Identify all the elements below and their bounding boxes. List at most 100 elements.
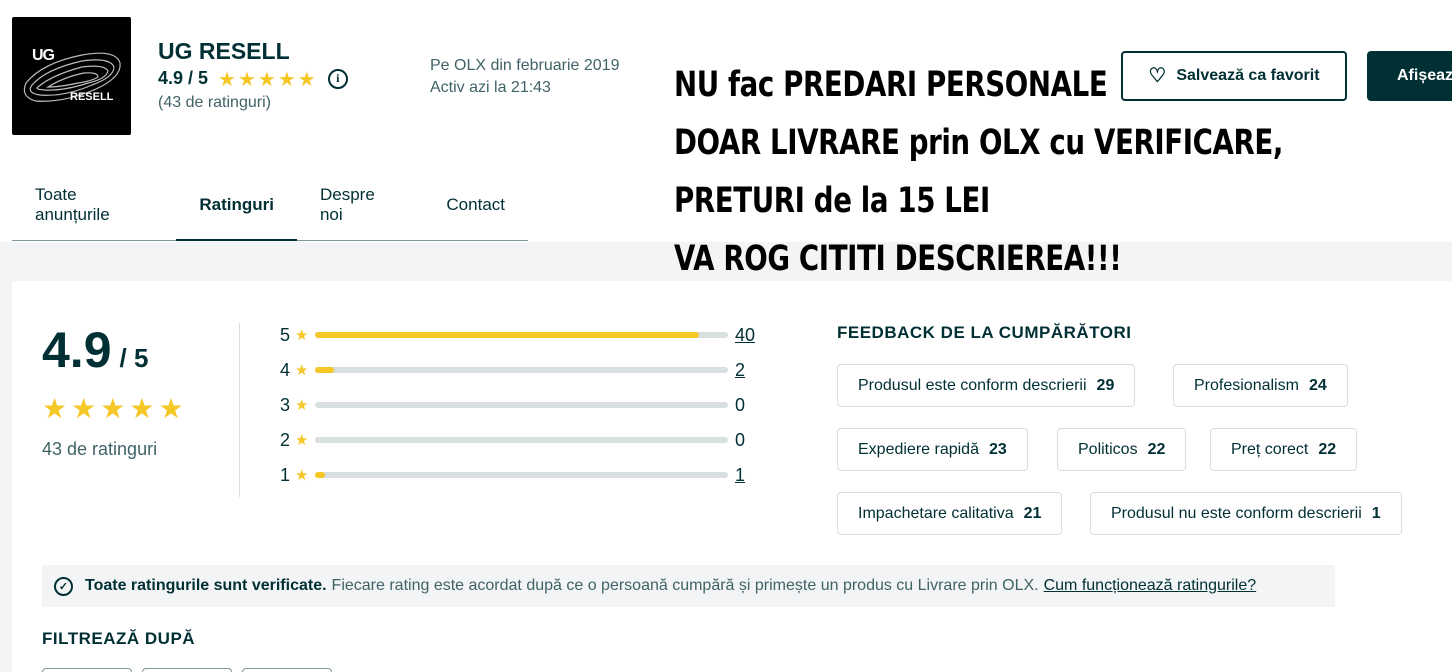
feedback-chip[interactable]: Impachetare calitativa 21 bbox=[837, 492, 1063, 535]
shop-logo[interactable]: UG RESELL bbox=[12, 17, 131, 135]
sneaker-sole-graphic bbox=[23, 52, 121, 102]
ratings-card: 4.9/ 5 ★ ★ ★ ★ ★ 43 de ratinguri 5 ★ 40 … bbox=[12, 281, 1452, 672]
rating-row-stars: 4 bbox=[280, 359, 291, 380]
star-icon: ★ bbox=[158, 392, 184, 425]
rating-bar-fill bbox=[315, 367, 334, 373]
feedback-chip-label: Produsul nu este conform descrierii bbox=[1111, 504, 1362, 522]
rating-bar-track bbox=[315, 437, 728, 443]
tab-ratings[interactable]: Ratinguri bbox=[176, 170, 297, 241]
feedback-chip-count: 22 bbox=[1318, 440, 1337, 458]
rating-bar-track bbox=[315, 332, 728, 338]
rating-row-3: 3 ★ 0 bbox=[280, 393, 770, 417]
overall-score: 4.9/ 5 bbox=[42, 321, 148, 379]
announcement-line: PRETURI de la 15 LEI bbox=[674, 181, 990, 221]
logo-text-resell: RESELL bbox=[70, 91, 114, 103]
feedback-chip-label: Politicos bbox=[1078, 440, 1138, 458]
rating-bar-track bbox=[315, 472, 728, 478]
member-since: Pe OLX din februarie 2019 bbox=[430, 57, 620, 74]
rating-bar-fill bbox=[315, 332, 699, 338]
star-icon: ★ bbox=[277, 66, 296, 91]
feedback-chip-count: 29 bbox=[1096, 376, 1115, 394]
feedback-chip[interactable]: Produsul nu este conform descrierii 1 bbox=[1090, 492, 1402, 535]
verified-notice-bold: Toate ratingurile sunt verificate. bbox=[85, 577, 327, 594]
rating-row-count[interactable]: 1 bbox=[735, 465, 745, 486]
shop-rating-summary: 4.9 / 5 ★ ★ ★ ★ ★ i bbox=[158, 68, 348, 89]
feedback-chip-label: Profesionalism bbox=[1194, 376, 1299, 394]
feedback-chip-count: 23 bbox=[988, 440, 1007, 458]
feedback-chip[interactable]: Politicos 22 bbox=[1057, 428, 1187, 471]
feedback-chip-count: 24 bbox=[1308, 376, 1327, 394]
shop-rating-stars: ★ ★ ★ ★ ★ bbox=[218, 69, 316, 89]
tab-about[interactable]: Despre noi bbox=[297, 170, 423, 240]
overall-score-value: 4.9 bbox=[42, 322, 112, 378]
star-icon: ★ bbox=[297, 66, 316, 91]
heart-icon: ♡ bbox=[1148, 65, 1167, 87]
tab-contact[interactable]: Contact bbox=[423, 170, 528, 240]
rating-row-stars: 2 bbox=[280, 429, 291, 450]
info-icon[interactable]: i bbox=[327, 68, 348, 89]
show-button-label: Afișează bbox=[1397, 67, 1452, 84]
rating-row-stars: 3 bbox=[280, 394, 291, 415]
rating-row-stars: 5 bbox=[280, 324, 291, 345]
announcement-line: DOAR LIVRARE prin OLX cu VERIFICARE, bbox=[674, 123, 1284, 163]
announcement-line: VA ROG CITITI DESCRIEREA!!! bbox=[674, 239, 1122, 279]
how-ratings-work-link[interactable]: Cum funcționează ratingurile? bbox=[1044, 577, 1257, 595]
star-icon: ★ bbox=[218, 66, 236, 91]
star-icon: ★ bbox=[100, 392, 126, 425]
rating-row-1: 1 ★ 1 bbox=[280, 463, 770, 487]
verified-ratings-notice: ✓ Toate ratingurile sunt verificate. Fie… bbox=[42, 565, 1335, 607]
star-icon: ★ bbox=[295, 466, 309, 484]
rating-row-4: 4 ★ 2 bbox=[280, 358, 770, 382]
star-icon: ★ bbox=[42, 392, 68, 425]
star-icon: ★ bbox=[295, 361, 309, 379]
feedback-chip[interactable]: Preț corect 22 bbox=[1210, 428, 1358, 471]
feedback-chip-label: Expediere rapidă bbox=[858, 440, 979, 458]
shop-rating-count: (43 de ratinguri) bbox=[158, 94, 271, 111]
star-icon: ★ bbox=[295, 326, 309, 344]
feedback-chip-count: 1 bbox=[1371, 504, 1381, 522]
filter-chip[interactable] bbox=[242, 668, 332, 672]
shop-rating-score: 4.9 / 5 bbox=[158, 68, 209, 88]
rating-bar-fill bbox=[315, 472, 325, 478]
shop-header: UG RESELL UG RESELL 4.9 / 5 ★ ★ ★ ★ ★ i … bbox=[0, 0, 1452, 279]
feedback-chip[interactable]: Profesionalism 24 bbox=[1173, 364, 1348, 407]
filter-title: FILTREAZĂ DUPĂ bbox=[42, 629, 196, 648]
show-button[interactable]: Afișează bbox=[1367, 51, 1452, 101]
divider bbox=[239, 323, 240, 497]
save-favorite-button[interactable]: ♡ Salvează ca favorit bbox=[1121, 51, 1347, 101]
shop-name: UG RESELL bbox=[158, 38, 290, 64]
feedback-title: FEEDBACK DE LA CUMPĂRĂTORI bbox=[837, 323, 1132, 342]
save-favorite-label: Salvează ca favorit bbox=[1176, 67, 1320, 84]
rating-row-count[interactable]: 40 bbox=[735, 325, 755, 346]
star-icon: ★ bbox=[295, 431, 309, 449]
rating-row-2: 2 ★ 0 bbox=[280, 428, 770, 452]
feedback-chip-label: Preț corect bbox=[1231, 440, 1309, 458]
star-icon: ★ bbox=[295, 396, 309, 414]
rating-row-5: 5 ★ 40 bbox=[280, 323, 770, 347]
feedback-chip-count: 21 bbox=[1023, 504, 1042, 522]
last-active: Activ azi la 21:43 bbox=[430, 79, 551, 96]
rating-bar-track bbox=[315, 367, 728, 373]
overall-stars: ★ ★ ★ ★ ★ bbox=[42, 395, 184, 423]
rating-row-count: 0 bbox=[735, 429, 746, 450]
feedback-chip-label: Impachetare calitativa bbox=[858, 504, 1014, 522]
shop-tabs: Toate anunțurile Ratinguri Despre noi Co… bbox=[12, 170, 528, 241]
rating-row-count: 0 bbox=[735, 394, 746, 415]
feedback-chip-label: Produsul este conform descrierii bbox=[858, 376, 1087, 394]
logo-text-ug: UG bbox=[32, 47, 55, 64]
feedback-chip-count: 22 bbox=[1147, 440, 1166, 458]
rating-row-stars: 1 bbox=[280, 464, 291, 485]
rating-row-count[interactable]: 2 bbox=[735, 360, 745, 381]
feedback-chip[interactable]: Produsul este conform descrierii 29 bbox=[837, 364, 1136, 407]
check-circle-icon: ✓ bbox=[54, 576, 73, 596]
filter-chip[interactable] bbox=[42, 668, 132, 672]
star-icon: ★ bbox=[257, 66, 276, 91]
star-icon: ★ bbox=[71, 392, 97, 425]
star-icon: ★ bbox=[129, 392, 155, 425]
overall-score-max: / 5 bbox=[119, 343, 149, 373]
shop-activity: Pe OLX din februarie 2019 Activ azi la 2… bbox=[430, 55, 619, 99]
overall-rating-count: 43 de ratinguri bbox=[42, 439, 158, 459]
feedback-chip[interactable]: Expediere rapidă 23 bbox=[837, 428, 1028, 471]
tab-all-ads[interactable]: Toate anunțurile bbox=[12, 170, 176, 240]
filter-chip[interactable] bbox=[142, 668, 232, 672]
